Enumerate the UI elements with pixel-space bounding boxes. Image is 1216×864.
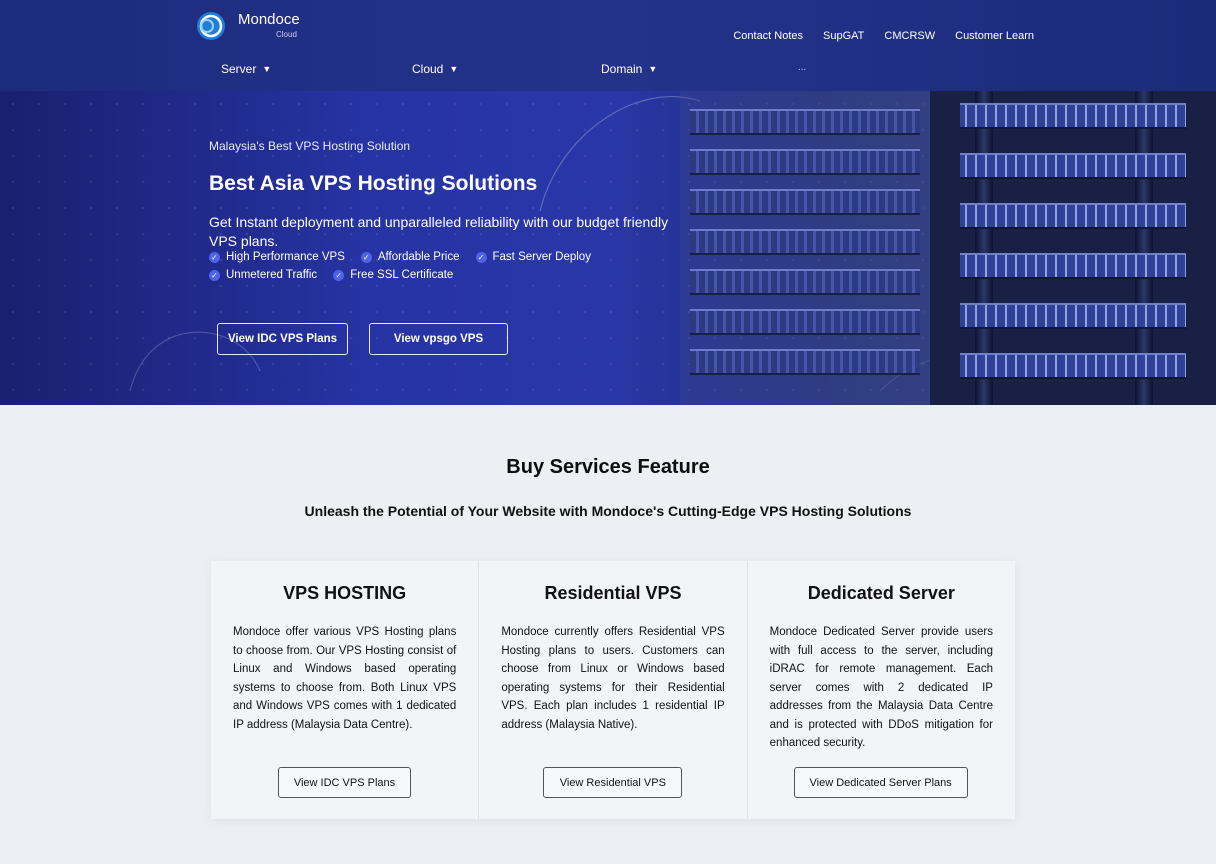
section-subtitle: Unleash the Potential of Your Website wi…: [304, 503, 912, 519]
feature-label: Unmetered Traffic: [226, 269, 318, 281]
brand-logo-icon[interactable]: [195, 10, 227, 42]
service-cards: VPS HOSTING Mondoce offer various VPS Ho…: [211, 561, 1015, 819]
server-rack-image: [930, 91, 1216, 405]
feature-item: ✓ Unmetered Traffic: [209, 269, 317, 281]
feature-label: Free SSL Certificate: [350, 269, 454, 281]
site-header: Mondoce Cloud Contact Notes SupGAT CMCRS…: [0, 0, 1216, 91]
chevron-down-icon: ▼: [648, 64, 658, 74]
brand-name[interactable]: Mondoce: [238, 11, 300, 28]
feature-item: ✓ Affordable Price: [360, 251, 460, 263]
card-description: Mondoce offer various VPS Hosting plans …: [233, 626, 457, 731]
view-idc-vps-plans-button[interactable]: View IDC VPS Plans: [278, 767, 411, 798]
nav-item-server[interactable]: Server ▼: [221, 62, 271, 76]
check-icon: ✓: [209, 269, 220, 281]
brand-subtitle: Cloud: [276, 30, 297, 39]
feature-label: Affordable Price: [377, 251, 460, 263]
top-link-customer-learn[interactable]: Customer Learn: [955, 30, 1034, 42]
card-title: Residential VPS: [544, 583, 682, 603]
check-icon: ✓: [209, 251, 220, 263]
feature-label: Fast Server Deploy: [492, 251, 591, 263]
card-description: Mondoce Dedicated Server provide users w…: [769, 626, 993, 749]
chevron-down-icon: ▼: [262, 64, 272, 74]
nav-item-cloud[interactable]: Cloud ▼: [412, 62, 458, 76]
hero-pretitle: Malaysia's Best VPS Hosting Solution: [209, 139, 411, 153]
top-links: Contact Notes SupGAT CMCRSW Customer Lea…: [733, 30, 1034, 42]
section-title: Buy Services Feature: [506, 456, 710, 478]
nav-item-domain[interactable]: Domain ▼: [601, 62, 657, 76]
card-description: Mondoce currently offers Residential VPS…: [501, 626, 725, 731]
check-icon: ✓: [475, 251, 487, 263]
chevron-down-icon: ▼: [449, 64, 459, 74]
top-link-support[interactable]: SupGAT: [823, 30, 864, 42]
card-title: VPS HOSTING: [283, 583, 407, 603]
view-vpsgo-button[interactable]: View vpsgo VPS: [369, 323, 508, 355]
hero-banner: Malaysia's Best VPS Hosting Solution Bes…: [0, 91, 1216, 405]
nav-item-label: Domain: [601, 62, 643, 76]
view-dedicated-server-button[interactable]: View Dedicated Server Plans: [793, 767, 968, 798]
main-nav: Server ▼ Cloud ▼ Domain ▼ ...: [0, 62, 1216, 80]
service-card-residential: Residential VPS Mondoce currently offers…: [479, 561, 748, 819]
top-link-cmcrsw[interactable]: CMCRSW: [884, 30, 935, 42]
service-card-dedicated: Dedicated Server Mondoce Dedicated Serve…: [748, 561, 1015, 819]
hero-feature-list: ✓ High Performance VPS ✓ Affordable Pric…: [209, 251, 629, 281]
feature-item: ✓ Free SSL Certificate: [333, 269, 453, 281]
view-idc-vps-button[interactable]: View IDC VPS Plans: [217, 323, 348, 355]
service-card-vps: VPS HOSTING Mondoce offer various VPS Ho…: [211, 561, 480, 819]
view-residential-vps-button[interactable]: View Residential VPS: [543, 767, 683, 798]
card-title: Dedicated Server: [807, 583, 955, 603]
nav-item-label: Cloud: [412, 62, 444, 76]
hero-title: Best Asia VPS Hosting Solutions: [209, 172, 538, 195]
check-icon: ✓: [360, 251, 372, 263]
feature-label: High Performance VPS: [226, 251, 345, 263]
feature-item: ✓ Fast Server Deploy: [475, 251, 591, 263]
hero-description: Get Instant deployment and unparalleled …: [209, 214, 669, 249]
check-icon: ✓: [333, 269, 345, 281]
server-rack-image: [680, 91, 930, 405]
top-link-contact[interactable]: Contact Notes: [733, 30, 803, 42]
feature-item: ✓ High Performance VPS: [209, 251, 345, 263]
nav-item-label: Server: [221, 62, 257, 76]
nav-more[interactable]: ...: [798, 62, 806, 73]
